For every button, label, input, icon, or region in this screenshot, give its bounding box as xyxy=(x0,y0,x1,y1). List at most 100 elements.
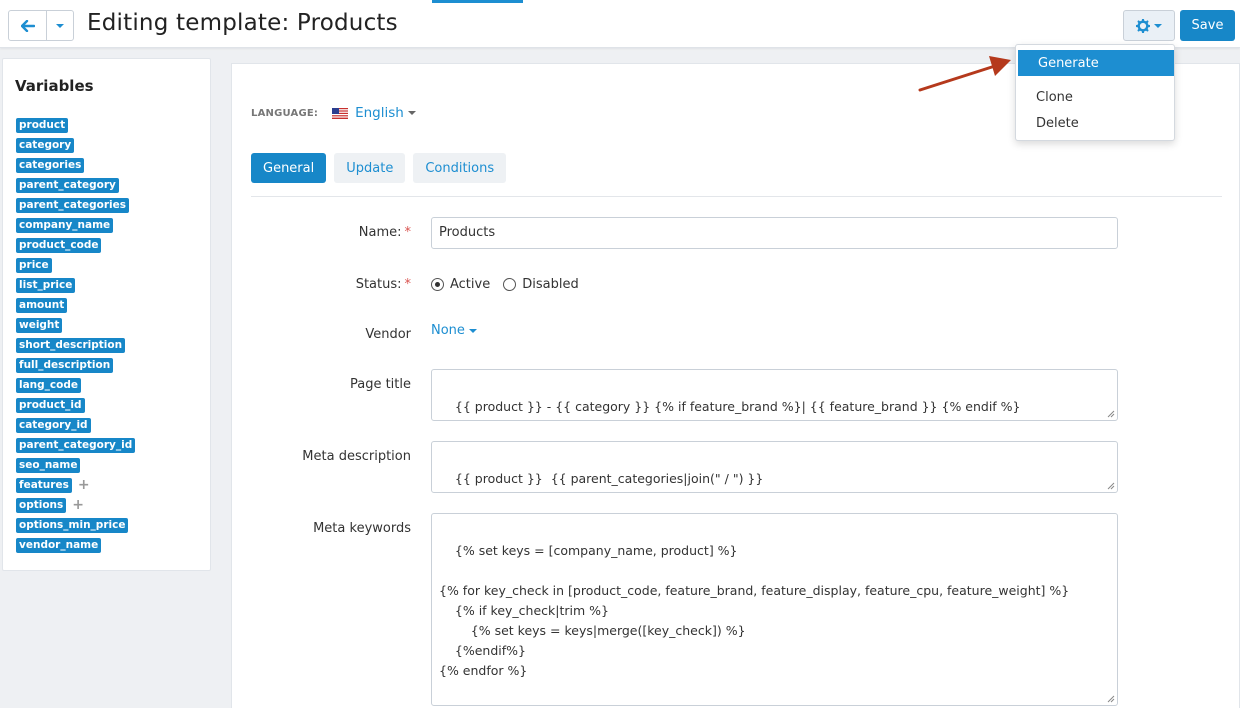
variable-row: company_name xyxy=(16,215,135,235)
variable-row: full_description xyxy=(16,355,135,375)
tabs-bar: General Update Conditions xyxy=(251,153,507,183)
variable-tag-short-description[interactable]: short_description xyxy=(16,337,126,353)
variable-row: options + xyxy=(16,495,135,515)
menu-item-generate[interactable]: Generate xyxy=(1018,50,1174,76)
main-panel: LANGUAGE: English General Update Conditi… xyxy=(231,63,1240,708)
vendor-select[interactable]: None xyxy=(431,323,477,338)
arrow-left-icon xyxy=(20,19,35,32)
variable-row: category xyxy=(16,135,135,155)
status-disabled-label: Disabled xyxy=(522,277,579,292)
expand-plus-icon[interactable]: + xyxy=(72,498,84,512)
name-input[interactable]: Products xyxy=(431,217,1118,249)
status-radio-group: Active Disabled xyxy=(431,277,592,292)
active-nav-indicator xyxy=(432,0,523,3)
variable-row: features + xyxy=(16,475,135,495)
vendor-value: None xyxy=(431,323,465,338)
language-row: LANGUAGE: English xyxy=(251,105,416,121)
variable-tag-seo-name[interactable]: seo_name xyxy=(16,457,81,473)
variable-tag-amount[interactable]: amount xyxy=(16,297,68,313)
language-select[interactable]: English xyxy=(355,105,416,121)
variables-sidebar: Variables product category categories paren… xyxy=(2,58,211,571)
annotation-arrow-icon xyxy=(918,56,1011,92)
language-value: English xyxy=(355,105,404,121)
variable-row: parent_category_id xyxy=(16,435,136,455)
variable-row: list_price xyxy=(16,275,135,295)
page-title: Editing template: Products xyxy=(87,10,398,36)
variable-row: amount xyxy=(16,295,135,315)
variable-tag-categories[interactable]: categories xyxy=(16,157,85,173)
tabs-divider xyxy=(251,196,1222,197)
variable-tag-product[interactable]: product xyxy=(16,117,69,133)
meta-keywords-label: Meta keywords xyxy=(313,521,411,536)
variable-tag-options-min-price[interactable]: options_min_price xyxy=(16,517,129,533)
name-label: Name: * xyxy=(358,225,411,240)
chevron-down-icon xyxy=(1154,23,1162,28)
variable-row: price xyxy=(16,255,135,275)
status-active-label: Active xyxy=(450,277,491,292)
meta-description-value: {{ product }} {{ parent_categories|join(… xyxy=(454,471,764,486)
expand-plus-icon[interactable]: + xyxy=(78,478,90,492)
variable-tag-weight[interactable]: weight xyxy=(16,317,63,333)
variable-row: options_min_price xyxy=(16,515,135,535)
menu-item-delete[interactable]: Delete xyxy=(1016,110,1174,136)
top-header: Editing template: Products Save xyxy=(0,0,1240,48)
variable-tag-options[interactable]: options xyxy=(16,497,67,513)
chevron-down-icon xyxy=(56,23,64,28)
actions-menu-button[interactable] xyxy=(1123,10,1175,41)
variable-row: short_description xyxy=(16,335,135,355)
resize-grip-icon[interactable] xyxy=(1107,410,1115,418)
meta-description-textarea[interactable]: {{ product }} {{ parent_categories|join(… xyxy=(431,441,1118,493)
resize-grip-icon[interactable] xyxy=(1107,695,1115,703)
chevron-down-icon xyxy=(407,111,416,115)
status-label: Status: * xyxy=(355,277,411,292)
variable-row: parent_categories xyxy=(16,195,135,215)
variable-tag-lang-code[interactable]: lang_code xyxy=(16,377,82,393)
tab-update[interactable]: Update xyxy=(334,153,406,183)
variable-tag-company-name[interactable]: company_name xyxy=(16,217,114,233)
variable-tag-parent-category-id[interactable]: parent_category_id xyxy=(16,437,136,453)
variable-tag-parent-categories[interactable]: parent_categories xyxy=(16,197,129,213)
sidebar-title: Variables xyxy=(15,77,94,95)
gear-icon xyxy=(1136,18,1150,33)
language-label: LANGUAGE: xyxy=(251,107,319,119)
variable-tag-product-id[interactable]: product_id xyxy=(16,397,85,413)
back-button-group xyxy=(8,10,74,41)
meta-keywords-value: {% set keys = [company_name, product] %}… xyxy=(439,543,1070,705)
variable-row: product xyxy=(16,115,135,135)
page-title-label: Page title xyxy=(349,377,411,392)
menu-item-clone[interactable]: Clone xyxy=(1016,84,1174,110)
page-title-value: {{ product }} - {{ category }} {% if fea… xyxy=(454,399,1021,414)
variable-row: category_id xyxy=(16,415,135,435)
variable-tag-price[interactable]: price xyxy=(16,257,52,273)
variable-row: weight xyxy=(16,315,135,335)
variable-tag-product-code[interactable]: product_code xyxy=(16,237,102,253)
back-button[interactable] xyxy=(9,11,47,40)
tab-general[interactable]: General xyxy=(251,153,327,183)
chevron-down-icon xyxy=(468,328,477,333)
variable-tag-category-id[interactable]: category_id xyxy=(16,417,91,433)
variable-tag-full-description[interactable]: full_description xyxy=(16,357,114,373)
back-dropdown-button[interactable] xyxy=(47,11,73,40)
page-title-textarea[interactable]: {{ product }} - {{ category }} {% if fea… xyxy=(431,369,1118,421)
actions-dropdown-menu: Generate Clone Delete xyxy=(1015,44,1175,141)
variable-row: vendor_name xyxy=(16,535,135,555)
tab-conditions[interactable]: Conditions xyxy=(413,153,507,183)
us-flag-icon xyxy=(332,107,349,119)
meta-keywords-textarea[interactable]: {% set keys = [company_name, product] %}… xyxy=(431,513,1118,706)
variable-tag-category[interactable]: category xyxy=(16,137,75,153)
variable-tag-features[interactable]: features xyxy=(16,477,72,493)
variable-row: parent_category xyxy=(16,175,135,195)
variable-row: seo_name xyxy=(16,455,135,475)
vendor-label: Vendor xyxy=(365,327,411,342)
variable-tag-vendor-name[interactable]: vendor_name xyxy=(16,537,102,553)
resize-grip-icon[interactable] xyxy=(1107,482,1115,490)
variable-tag-list-price[interactable]: list_price xyxy=(16,277,76,293)
status-active-radio[interactable] xyxy=(431,278,444,291)
save-button[interactable]: Save xyxy=(1180,10,1235,41)
variable-row: categories xyxy=(16,155,135,175)
variable-row: lang_code xyxy=(16,375,135,395)
variable-tag-parent-category[interactable]: parent_category xyxy=(16,177,119,193)
meta-description-label: Meta description xyxy=(302,449,411,464)
variable-row: product_id xyxy=(16,395,135,415)
status-disabled-radio[interactable] xyxy=(503,278,517,291)
